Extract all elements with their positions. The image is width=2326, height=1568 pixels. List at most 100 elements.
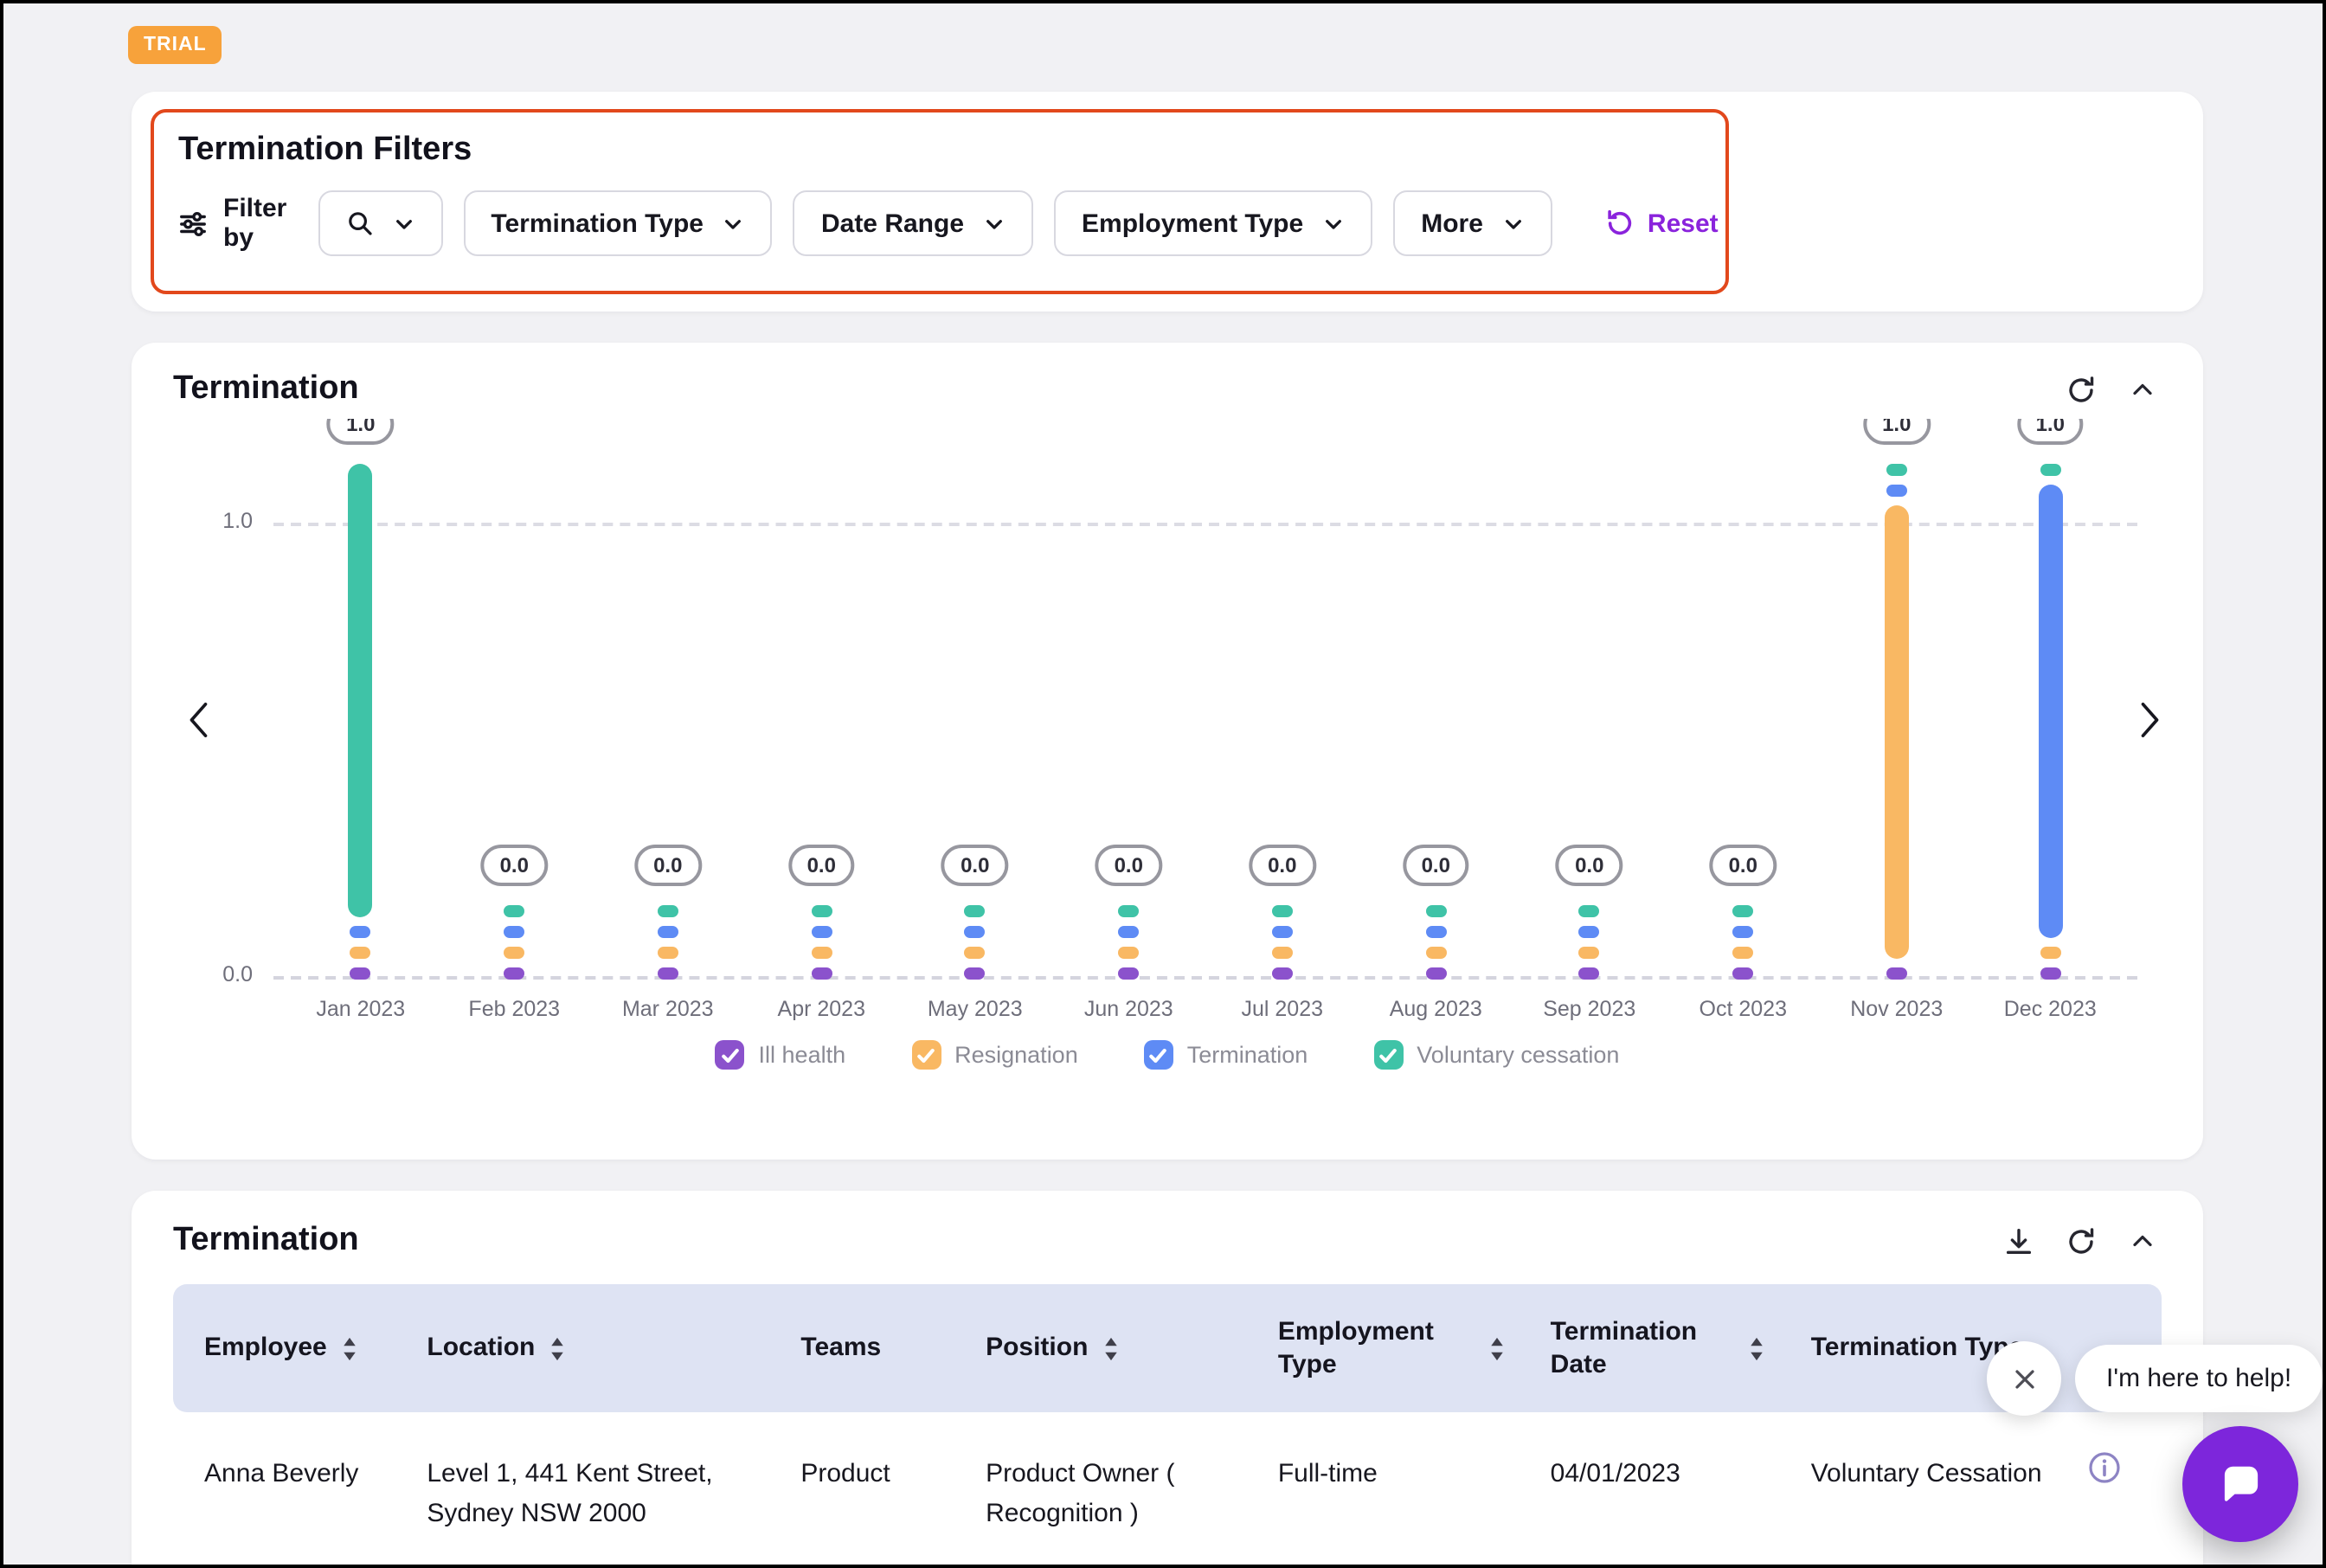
column-header-label: Teams [800,1332,881,1366]
table-header-row: EmployeeLocation Teams Position Employment … [173,1284,2162,1412]
column-header-employee[interactable]: Employee [173,1314,395,1383]
zero-marker-voluntary-cessation [1118,905,1139,917]
filter-date-range-dropdown[interactable]: Date Range [794,190,1033,256]
cell-employment-type: Full-time [1247,1412,1520,1526]
zero-marker-resignation [965,947,986,959]
chart-next-button[interactable] [2124,689,2162,751]
chart-column-jan-2023: 1.0Jan 2023 [284,419,438,1028]
chart-refresh-button[interactable] [2061,370,2099,408]
cell-termination-date: 04/01/2023 [1520,1412,1780,1526]
zero-marker-termination [504,926,524,938]
x-axis-label: Apr 2023 [778,997,865,1021]
column-header-teams: Teams [769,1314,954,1383]
value-label: 0.0 [1710,845,1777,886]
table-collapse-button[interactable] [2124,1222,2162,1260]
legend-checkbox-termination [1144,1040,1173,1070]
table-refresh-button[interactable] [2061,1222,2099,1260]
column-header-location[interactable]: Location [395,1314,769,1383]
check-icon [1378,1044,1398,1065]
column-header-label: Position [986,1332,1088,1366]
chart-prev-button[interactable] [173,689,225,751]
row-info-button[interactable] [2087,1450,2122,1490]
zero-marker-termination [1886,485,1907,497]
table-row: Anna BeverlyLevel 1, 441 Kent Street, Sy… [173,1412,2162,1565]
legend-item-resignation[interactable]: Resignation [901,1038,1089,1071]
chart-legend: Ill health Resignation Termination Voluntar… [173,1038,2162,1071]
termination-chart-card: Termination 0.0 1.0 1.0Jan 2023 0.0 Feb 202… [132,343,2203,1160]
chevron-right-icon [2129,694,2162,746]
zero-marker-voluntary-cessation [1272,905,1293,917]
app-window: TRIAL Termination Filters Filter by Term… [0,0,2326,1568]
chart-column-oct-2023: 0.0Oct 2023 [1667,419,1821,1028]
chevron-down-icon [1502,212,1525,235]
legend-item-voluntary-cessation[interactable]: Voluntary cessation [1363,1038,1629,1071]
column-header-position[interactable]: Position [954,1314,1247,1383]
column-header-termination-date[interactable]: Termination Date [1520,1297,1780,1399]
zero-marker-ill-health [1272,967,1293,980]
filter-search-dropdown[interactable] [318,190,442,256]
zero-marker-resignation [2040,947,2060,959]
value-label: 0.0 [1403,845,1469,886]
value-label: 0.0 [481,845,548,886]
zero-marker-termination [1425,926,1446,938]
bar-voluntary-cessation [349,464,373,917]
chat-close-button[interactable] [1987,1341,2061,1416]
filter-more-dropdown[interactable]: More [1393,190,1552,256]
zero-marker-resignation [1425,947,1446,959]
zero-marker-voluntary-cessation [811,905,832,917]
zero-marker-ill-health [1118,967,1139,980]
column-header-label: Employment Type [1278,1314,1475,1382]
refresh-icon [2064,373,2097,406]
legend-checkbox-resignation [911,1040,941,1070]
chevron-up-icon [2127,374,2158,405]
value-label: 1.0 [1863,419,1930,445]
filter-dropdown-label: Termination Type [491,209,704,238]
trial-badge: TRIAL [128,26,222,64]
chat-launcher-button[interactable] [2182,1426,2298,1542]
table-title: Termination [173,1222,359,1260]
zero-marker-voluntary-cessation [965,905,986,917]
legend-checkbox-ill-health [716,1040,745,1070]
zero-marker-ill-health [1425,967,1446,980]
chevron-up-icon [2127,1225,2158,1256]
chevron-down-icon [1322,212,1345,235]
sliders-icon [178,209,208,238]
chart-collapse-button[interactable] [2124,370,2162,408]
zero-marker-termination [1579,926,1600,938]
x-axis-label: Feb 2023 [468,997,560,1021]
zero-marker-ill-health [965,967,986,980]
zero-marker-ill-health [350,967,371,980]
filter-employment-type-dropdown[interactable]: Employment Type [1054,190,1372,256]
bar-termination [2038,485,2062,938]
zero-marker-ill-health [1579,967,1600,980]
table-download-button[interactable] [1999,1222,2037,1260]
reset-label: Reset [1648,209,1719,238]
zero-marker-resignation [1579,947,1600,959]
filters-highlight-outline: Termination Filters Filter by Terminatio… [151,109,1729,294]
chart-column-may-2023: 0.0May 2023 [898,419,1052,1028]
cell-teams: Product [769,1412,954,1526]
chart-title: Termination [173,370,359,408]
chart-column-aug-2023: 0.0Aug 2023 [1359,419,1513,1028]
legend-item-ill-health[interactable]: Ill health [705,1038,857,1071]
legend-item-termination[interactable]: Termination [1134,1038,1319,1071]
zero-marker-resignation [811,947,832,959]
value-label: 0.0 [634,845,701,886]
close-icon [2008,1363,2040,1394]
chart-column-jun-2023: 0.0Jun 2023 [1052,419,1206,1028]
reset-button[interactable]: Reset [1594,206,1729,241]
chart-column-sep-2023: 0.0Sep 2023 [1513,419,1667,1028]
search-icon [345,209,373,237]
filter-termination-type-dropdown[interactable]: Termination Type [463,190,773,256]
value-label: 0.0 [1249,845,1315,886]
x-axis-label: Jul 2023 [1241,997,1323,1021]
cell-termination-type: Voluntary Cessation [1780,1412,2062,1526]
zero-marker-voluntary-cessation [1579,905,1600,917]
column-header-employment-type[interactable]: Employment Type [1247,1297,1520,1399]
value-label: 0.0 [1556,845,1622,886]
value-label: 1.0 [2017,419,2084,445]
x-axis-label: Jun 2023 [1084,997,1173,1021]
filters-row: Filter by Termination TypeDate RangeEmpl… [178,190,1701,256]
zero-marker-resignation [504,947,524,959]
zero-marker-ill-health [1732,967,1753,980]
